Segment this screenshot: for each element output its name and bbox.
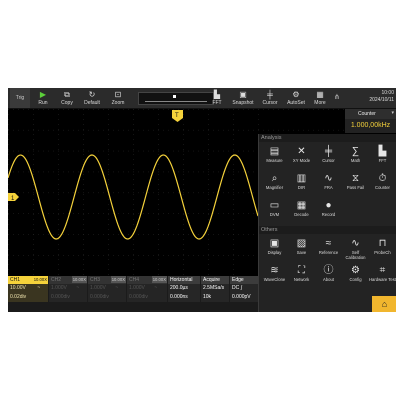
probe-icon: ⊓ [378,238,387,249]
cursor-icon: ╪ [267,90,273,99]
run-button[interactable]: ▶ Run [32,88,54,108]
menu-item-fra[interactable]: ∿ FRA [315,172,342,196]
menu-item-self-calibration[interactable]: ∿ Self Calibration [342,237,369,261]
default-button[interactable]: ↻ Default [80,88,104,108]
menu-item-pass-fail[interactable]: ⧖ Pass Fail [342,172,369,196]
menu-item-measure[interactable]: ▤ Measure [261,145,288,169]
display-icon: ▣ [269,238,280,249]
ch1-settings[interactable]: CH1 10.00X 10.00V ~ 0.02div [8,276,48,312]
reset-icon: ↻ [88,90,96,99]
counter-title: Counter [345,109,396,119]
cursor-icon: ╪ [324,146,333,157]
menu-item-config[interactable]: ⚙ Config [342,264,369,288]
play-icon: ▶ [39,90,47,99]
menu-item-cursor[interactable]: ╪ Cursor [315,145,342,169]
network-status-icon: ⋔ [334,94,340,101]
ch1-level-marker[interactable]: 1 [8,193,19,202]
slider-thumb[interactable] [173,95,176,98]
save-icon: ▨ [296,238,307,249]
menu-item-about[interactable]: ⓘ About [315,264,342,288]
measure-icon: ▤ [269,146,280,157]
autoset-button[interactable]: ⚙ AutoSet [284,88,308,108]
snapshot-button[interactable]: ▣ Snapshot [230,88,256,108]
bottom-status-bar: CH1 10.00X 10.00V ~ 0.02div CH2 10.00X 1… [8,276,258,312]
others-section-title: Others [259,226,396,234]
fft-icon: ▙ [378,146,387,157]
svg-text:T: T [175,113,179,119]
more-icon: ▦ [316,90,324,99]
horizontal-settings[interactable]: Horizontal 200.0µs 0.000ns [168,276,200,312]
zoom-icon: ⊡ [114,90,122,99]
menu-item-record[interactable]: ● Record [315,199,342,223]
zoom-button[interactable]: ⊡ Zoom [106,88,130,108]
system-clock: 10:00 2024/10/11 [369,90,394,103]
decode-icon: ▦ [296,200,307,211]
dir-icon: ▥ [296,173,307,184]
menu-item-xy-mode[interactable]: ✕ XY Mode [288,145,315,169]
analysis-section-title: Analysis [259,134,396,142]
counter-icon: ⏱ [378,173,387,184]
ch2-settings[interactable]: CH2 10.00X 1.000V ~ 0.000div [49,276,87,312]
copy-icon: ⧉ [64,90,70,99]
menu-item-save[interactable]: ▨ Save [288,237,315,261]
hardware-test-icon: ⌗ [379,265,386,276]
analysis-grid: ▤ Measure ✕ XY Mode ╪ Cursor ∑ Math ▙ FFT ⌕ Magnifi… [259,142,396,226]
counter-value: 1.000,00kHz [350,122,391,129]
menu-item-display[interactable]: ▣ Display [261,237,288,261]
more-button[interactable]: ▦ More [310,88,330,108]
fft-button[interactable]: ▙ FFT [206,88,228,108]
trigger-position-marker[interactable]: T [172,110,183,122]
xy-mode-icon: ✕ [297,146,306,157]
fft-icon: ▙ [213,90,221,99]
autoset-icon: ⚙ [292,90,300,99]
config-icon: ⚙ [351,265,360,276]
fra-icon: ∿ [324,173,333,184]
self-calibration-icon: ∿ [351,238,360,249]
menu-item-math[interactable]: ∑ Math [342,145,369,169]
others-grid: ▣ Display ▨ Save ≈ Reference ∿ Self Calibration… [259,234,396,296]
math-icon: ∑ [351,146,360,157]
waveclone-icon: ≋ [270,265,279,276]
menu-item-dvm[interactable]: ▭ DVM [261,199,288,223]
menu-item-reference[interactable]: ≈ Reference [315,237,342,261]
menu-item-magnifier[interactable]: ⌕ Magnifier [261,172,288,196]
top-toolbar: Trig ▶ Run ⧉ Copy ↻ Default ⊡ Zoom ▙ FFT… [8,88,396,109]
ch1-waveform [8,154,259,240]
menu-item-fft[interactable]: ▙ FFT [369,145,396,169]
analysis-menu-panel: Analysis ▤ Measure ✕ XY Mode ╪ Cursor ∑ Math ▙ FF… [258,134,396,312]
copy-button[interactable]: ⧉ Copy [56,88,78,108]
trigger-edge-settings[interactable]: Edge DC ∫ 0.000pV [230,276,258,312]
acquire-settings[interactable]: Acquire 2.5MSa/s 10k [201,276,229,312]
about-icon: ⓘ [323,265,334,276]
ch4-settings[interactable]: CH4 10.00X 1.000V ~ 0.000div [127,276,167,312]
reference-icon: ≈ [325,238,332,249]
menu-item-dir[interactable]: ▥ DIR [288,172,315,196]
record-icon: ● [325,200,332,211]
ch3-settings[interactable]: CH3 10.00X 1.000V ~ 0.000div [88,276,126,312]
oscilloscope-screen: Trig ▶ Run ⧉ Copy ↻ Default ⊡ Zoom ▙ FFT… [8,88,396,312]
slider-track [145,101,207,102]
network-icon: ⛶ [298,265,305,276]
trig-status-button[interactable]: Trig [10,88,30,108]
frequency-counter[interactable]: Counter ▾ 1.000,00kHz [345,109,396,133]
home-button[interactable]: ⌂ [372,296,396,312]
menu-item-hardware-test[interactable]: ⌗ Hardware Test [369,264,396,288]
chevron-down-icon[interactable]: ▾ [391,110,394,116]
snapshot-icon: ▣ [239,90,247,99]
magnifier-icon: ⌕ [271,173,278,184]
menu-item-waveclone[interactable]: ≋ WaveClone [261,264,288,288]
dvm-icon: ▭ [269,200,280,211]
menu-item-network[interactable]: ⛶ Network [288,264,315,288]
pass-fail-icon: ⧖ [351,173,360,184]
home-icon: ⌂ [381,299,388,309]
menu-item-probech[interactable]: ⊓ ProbeCh [369,237,396,261]
cursor-button[interactable]: ╪ Cursor [258,88,282,108]
waveform-position-slider[interactable] [138,92,214,105]
menu-item-decode[interactable]: ▦ Decode [288,199,315,223]
menu-item-counter[interactable]: ⏱ Counter [369,172,396,196]
